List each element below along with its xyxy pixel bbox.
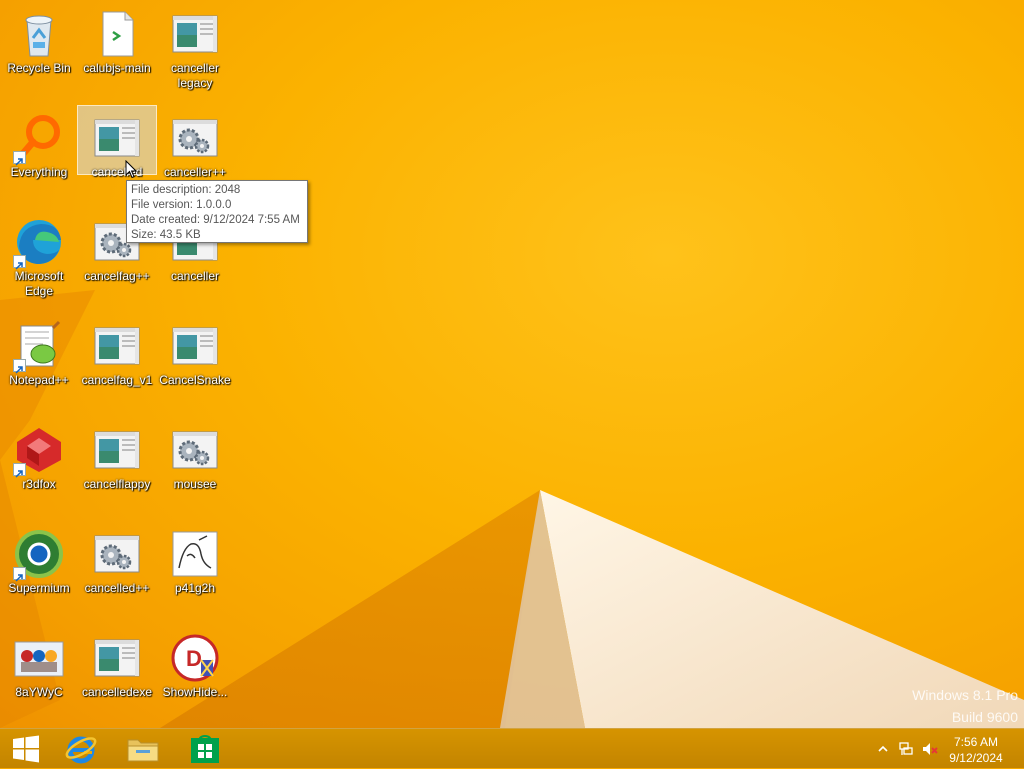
desktop-icon-label: p41g2h (174, 581, 216, 595)
desktop-icon-recycle-bin[interactable]: Recycle Bin (0, 2, 78, 90)
desktop-icon-label: ShowHide... (162, 685, 228, 699)
taskbar-file-explorer[interactable] (117, 729, 169, 769)
sketch-icon (169, 528, 221, 580)
desktop-icon-label: mousee (173, 477, 217, 491)
photo-icon (13, 632, 65, 684)
clock[interactable]: 7:56 AM 9/12/2024 (944, 734, 1008, 766)
desktop-icon-label: cancelledexe (81, 685, 153, 699)
taskbar-store[interactable] (179, 729, 231, 769)
watermark-edition: Windows 8.1 Pro (912, 687, 1018, 703)
taskbar: 7:56 AM 9/12/2024 (0, 728, 1024, 768)
desktop-icon-p41g2h[interactable]: p41g2h (156, 522, 234, 610)
tooltip-size: Size: 43.5 KB (131, 229, 201, 241)
desktop-icon-8aywyc[interactable]: 8aYWyC (0, 626, 78, 714)
everything-icon (13, 112, 65, 166)
network-icon[interactable] (898, 741, 914, 757)
internet-explorer-icon (65, 736, 97, 764)
desktop-icon-label: r3dfox (22, 477, 56, 491)
r3dfox-icon (13, 424, 65, 478)
gear-icon (91, 528, 143, 580)
desktop-icon-label: Recycle Bin (7, 61, 71, 75)
desktop-icon-cancelled[interactable]: cancelled (77, 105, 157, 179)
desktop-icon-cancelledexe[interactable]: cancelledexe (78, 626, 156, 714)
window-icon (169, 8, 221, 60)
volume-muted-icon[interactable] (922, 741, 938, 757)
desktop-icon-label: canceller (170, 269, 220, 283)
desktop-icon-label: cancelfag_v1 (81, 373, 153, 387)
shortcut-arrow-icon (13, 359, 26, 374)
desktop-icon-label: Microsoft Edge (14, 269, 64, 298)
window-icon (91, 112, 143, 164)
svg-text:D: D (186, 646, 202, 671)
window-icon (91, 320, 143, 372)
clock-time: 7:56 AM (953, 735, 999, 749)
shortcut-arrow-icon (13, 567, 26, 582)
notepadpp-icon (13, 320, 65, 374)
shortcut-arrow-icon (13, 255, 26, 270)
shortcut-arrow-icon (13, 463, 26, 478)
doc-icon (91, 8, 143, 60)
tooltip-version: File version: 1.0.0.0 (131, 199, 232, 211)
mouse-cursor-icon (125, 160, 137, 179)
shortcut-arrow-icon (13, 151, 26, 166)
store-icon (191, 734, 219, 763)
desktop-icon-label: cancelfag++ (84, 269, 150, 283)
windows-logo-icon (13, 735, 39, 763)
desktop-icon-showhide[interactable]: D ShowHide... (156, 626, 234, 714)
desktop-icon-supermium[interactable]: Supermium (0, 522, 78, 610)
desktop-icon-label: CancelSnake (159, 373, 231, 387)
file-explorer-icon (127, 739, 159, 762)
file-info-tooltip: File description: 2048 File version: 1.0… (126, 180, 308, 243)
desktop-icon-label: canceller legacy (170, 61, 220, 90)
show-hidden-icons-chevron[interactable] (878, 745, 888, 753)
desktop-icon-label: cancelflappy (83, 477, 151, 491)
desktop-icon-r3dfox[interactable]: r3dfox (0, 418, 78, 506)
windows-watermark: Windows 8.1 Pro Build 9600 (912, 684, 1018, 728)
desktop-icon-label: calubjs-main (83, 61, 151, 75)
desktop-icon-label: cancelled (91, 165, 143, 179)
gear-icon (169, 424, 221, 476)
desktop-icon-everything[interactable]: Everything (0, 106, 78, 194)
desktop-icon-notepad[interactable]: Notepad++ (0, 314, 78, 402)
edge-icon (13, 216, 65, 270)
desktop-icon-cancelfag-v1[interactable]: cancelfag_v1 (78, 314, 156, 402)
start-button[interactable] (0, 729, 52, 769)
desktop-icon-label: cancelled++ (84, 581, 150, 595)
desktop-icon-mousee[interactable]: mousee (156, 418, 234, 506)
clock-date: 9/12/2024 (949, 751, 1003, 765)
window-icon (91, 632, 143, 684)
desktop-icon-label: 8aYWyC (15, 685, 63, 699)
desktop-icon-label: Everything (10, 165, 68, 179)
desktop[interactable]: Recycle Bin calubjs-main canceller legacy E… (0, 0, 1024, 728)
recycle-icon (13, 8, 65, 60)
desktop-icon-label: Supermium (8, 581, 70, 595)
gear-icon (169, 112, 221, 164)
desktop-icon-microsoft-edge[interactable]: Microsoft Edge (0, 210, 78, 298)
window-icon (91, 424, 143, 476)
desktop-icon-cancelled[interactable]: cancelled++ (78, 522, 156, 610)
desktop-icon-canceller-legacy[interactable]: canceller legacy (156, 2, 234, 90)
desktop-icon-calubjs-main[interactable]: calubjs-main (78, 2, 156, 90)
taskbar-internet-explorer[interactable] (55, 729, 107, 769)
desktop-icon-label: canceller++ (163, 165, 227, 179)
desktop-icon-cancelflappy[interactable]: cancelflappy (78, 418, 156, 506)
showhide-icon: D (169, 632, 221, 684)
desktop-icon-cancelsnake[interactable]: CancelSnake (156, 314, 234, 402)
window-icon (169, 320, 221, 372)
desktop-icon-label: Notepad++ (9, 373, 69, 387)
watermark-build: Build 9600 (951, 709, 1018, 725)
supermium-icon (13, 528, 65, 582)
tooltip-description: File description: 2048 (131, 184, 241, 196)
tooltip-date-created: Date created: 9/12/2024 7:55 AM (131, 214, 300, 226)
